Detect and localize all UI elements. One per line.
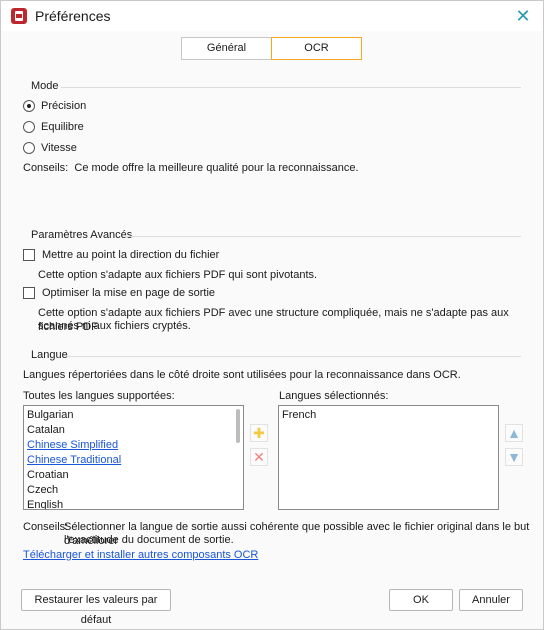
language-divider (67, 356, 521, 357)
plus-icon: ✚ (253, 424, 265, 441)
list-item[interactable]: Bulgarian (24, 408, 243, 423)
arrow-up-icon: ▲ (507, 425, 521, 441)
list-item[interactable]: Catalan (24, 423, 243, 438)
list-item[interactable]: French (279, 408, 498, 423)
list-item[interactable]: Chinese Traditional (24, 453, 243, 468)
mode-section-title: Mode (31, 80, 59, 92)
list-item[interactable]: Croatian (24, 468, 243, 483)
file-direction-description: Cette option s'adapte aux fichiers PDF q… (38, 269, 318, 281)
checkbox[interactable] (23, 249, 35, 261)
check-optimize-layout[interactable]: Optimiser la mise en page de sortie (23, 287, 215, 299)
mode-tip: Conseils: Ce mode offre la meilleure qua… (23, 161, 359, 175)
move-down-button[interactable]: ▼ (505, 448, 523, 466)
move-up-button[interactable]: ▲ (505, 424, 523, 442)
radio-vitesse[interactable]: Vitesse (23, 142, 77, 154)
radio-precision[interactable]: Précision (23, 100, 86, 112)
x-icon: ✕ (253, 448, 265, 465)
radio-button[interactable] (23, 142, 35, 154)
close-icon[interactable]: ✕ (513, 6, 533, 26)
language-section-title: Langue (31, 349, 68, 361)
check-file-direction[interactable]: Mettre au point la direction du fichier (23, 249, 219, 261)
tab-general[interactable]: Général (181, 37, 272, 60)
supported-languages-list[interactable]: Bulgarian Catalan Chinese Simplified Chi… (23, 405, 244, 510)
download-ocr-link[interactable]: Télécharger et installer autres composan… (23, 548, 258, 562)
preferences-window: Préférences ✕ Général OCR Mode Précision… (0, 0, 544, 630)
radio-button[interactable] (23, 100, 35, 112)
advanced-section-title: Paramètres Avancés (31, 229, 133, 241)
list-item[interactable]: English (24, 498, 243, 509)
checkbox[interactable] (23, 287, 35, 299)
arrow-down-icon: ▼ (507, 449, 521, 465)
scrollbar-thumb[interactable] (236, 409, 240, 443)
list-item[interactable]: Czech (24, 483, 243, 498)
optimize-layout-description-2: scannés ni aux fichiers cryptés. (38, 320, 191, 332)
advanced-divider (125, 236, 521, 237)
cancel-button[interactable]: Annuler (459, 589, 523, 611)
mode-tip-prefix: Conseils: (23, 162, 69, 174)
selected-languages-list[interactable]: French (278, 405, 499, 510)
mode-tip-text: Ce mode offre la meilleure qualité pour … (74, 162, 359, 174)
language-tip-prefix: Conseils: (23, 521, 69, 533)
app-logo-icon (11, 8, 27, 24)
radio-equilibre-label: Equilibre (41, 121, 84, 133)
radio-vitesse-label: Vitesse (41, 142, 77, 154)
radio-button[interactable] (23, 121, 35, 133)
list-item[interactable]: Chinese Simplified (24, 438, 243, 453)
title-bar: Préférences ✕ (1, 1, 543, 31)
window-title: Préférences (35, 8, 111, 24)
supported-languages-label: Toutes les langues supportées: (23, 390, 175, 402)
restore-defaults-button[interactable]: Restaurer les valeurs par défaut (21, 589, 171, 626)
check-file-direction-label: Mettre au point la direction du fichier (42, 249, 220, 261)
language-tip-line-2: l'exactitude du document de sortie. (64, 534, 234, 546)
tab-ocr[interactable]: OCR (271, 37, 362, 60)
ok-button[interactable]: OK (389, 589, 453, 611)
tab-bar: Général OCR (181, 37, 362, 61)
check-optimize-layout-label: Optimiser la mise en page de sortie (42, 287, 216, 299)
add-language-button[interactable]: ✚ (250, 424, 268, 442)
selected-languages-label: Langues sélectionnés: (279, 390, 389, 402)
remove-language-button[interactable]: ✕ (250, 448, 268, 466)
mode-divider (61, 87, 521, 88)
radio-equilibre[interactable]: Equilibre (23, 121, 84, 133)
language-intro: Langues répertoriées dans le côté droite… (23, 369, 461, 381)
radio-precision-label: Précision (41, 100, 87, 112)
